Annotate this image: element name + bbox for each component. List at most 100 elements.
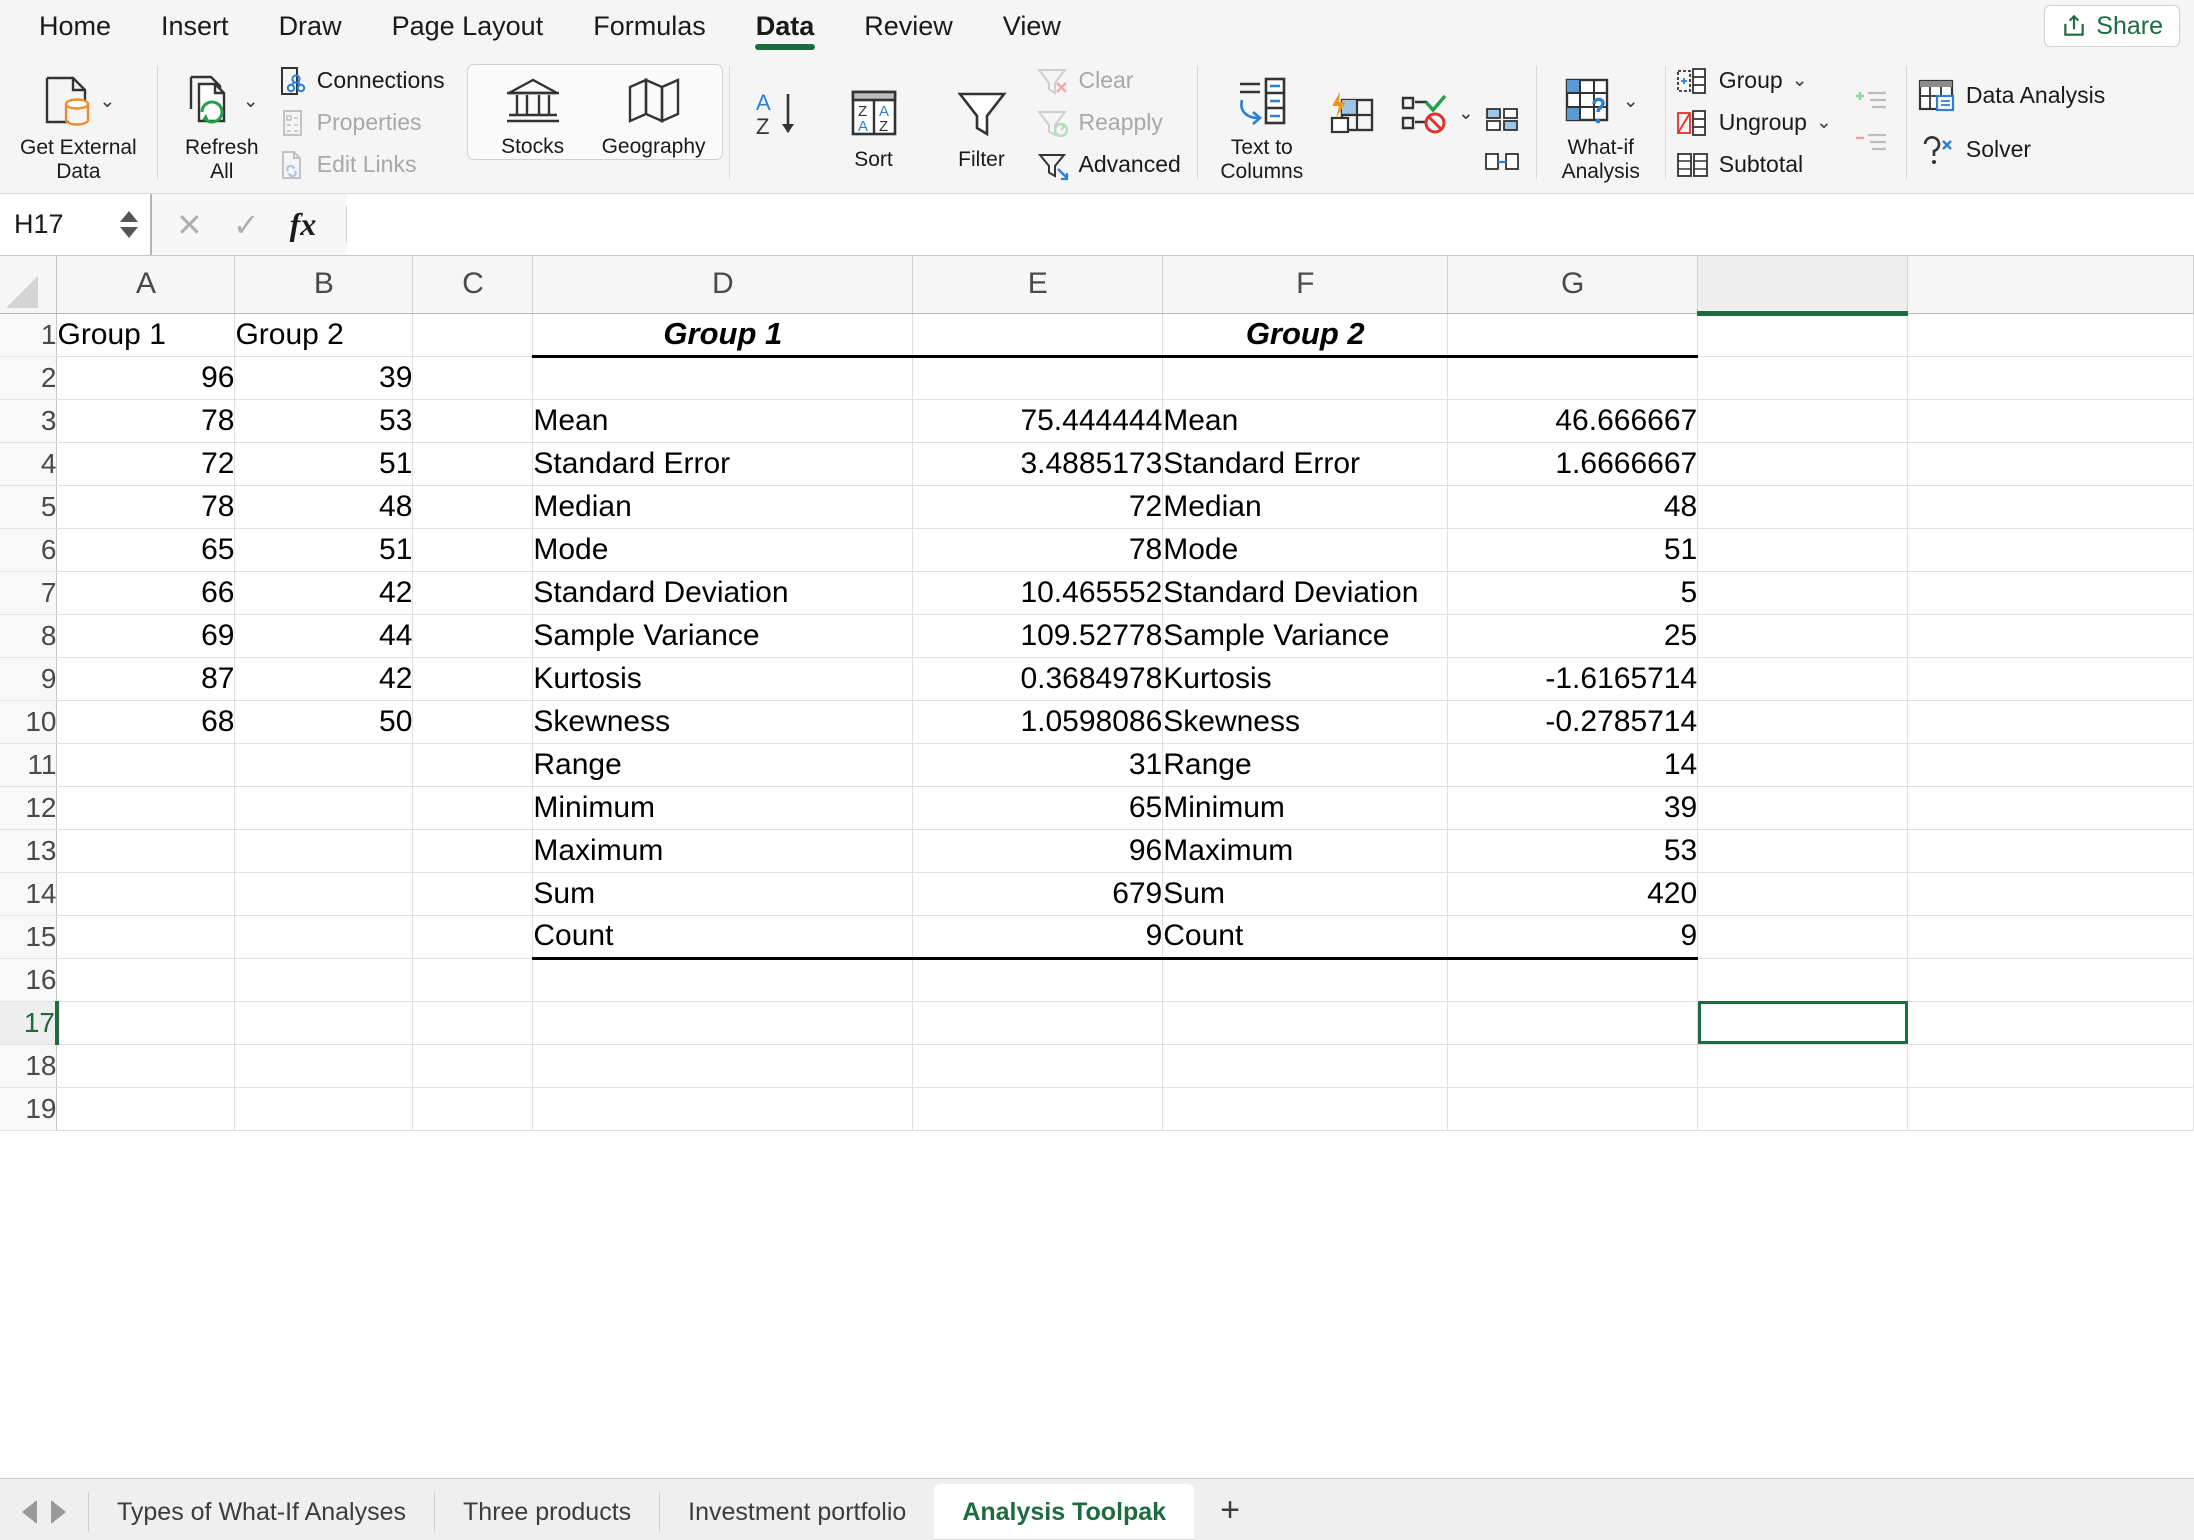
relationships-button[interactable] [1484, 142, 1526, 182]
data-validation-button[interactable]: ⌄ [1388, 74, 1484, 172]
cell-H16[interactable] [1697, 958, 1909, 1002]
data-validation-chevron-down-icon[interactable]: ⌄ [1458, 104, 1474, 123]
cell-I18[interactable] [1907, 1044, 2194, 1088]
cell-D11[interactable]: Range [532, 743, 914, 787]
cell-I16[interactable] [1907, 958, 2194, 1002]
cell-F3[interactable]: Mean [1162, 399, 1449, 443]
cell-A18[interactable] [56, 1044, 236, 1088]
cell-G16[interactable] [1447, 958, 1699, 1002]
cell-E13[interactable]: 96 [912, 829, 1164, 873]
what-if-chevron-down-icon[interactable]: ⌄ [1623, 92, 1639, 111]
cell-B19[interactable] [234, 1087, 414, 1131]
flash-fill-button[interactable] [1316, 74, 1388, 172]
cell-H6[interactable] [1697, 528, 1909, 572]
row-header-8[interactable]: 8 [0, 614, 58, 658]
cell-C12[interactable] [412, 786, 534, 830]
row-header-9[interactable]: 9 [0, 657, 58, 701]
cell-G13[interactable]: 53 [1447, 829, 1699, 873]
cell-C3[interactable] [412, 399, 534, 443]
cell-F1[interactable]: Group 2 [1162, 313, 1449, 358]
ungroup-chevron-down-icon[interactable]: ⌄ [1816, 113, 1832, 132]
cell-F12[interactable]: Minimum [1162, 786, 1449, 830]
cell-C2[interactable] [412, 356, 534, 400]
cell-D12[interactable]: Minimum [532, 786, 914, 830]
ungroup-button[interactable]: Ungroup ⌄ [1676, 103, 1838, 143]
column-header-c[interactable]: C [412, 256, 534, 314]
cell-H13[interactable] [1697, 829, 1909, 873]
cell-I5[interactable] [1907, 485, 2194, 529]
cell-D3[interactable]: Mean [532, 399, 914, 443]
ribbon-tab-review[interactable]: Review [839, 0, 978, 52]
cell-F10[interactable]: Skewness [1162, 700, 1449, 744]
cell-C9[interactable] [412, 657, 534, 701]
cell-H1[interactable] [1697, 313, 1909, 357]
cell-D9[interactable]: Kurtosis [532, 657, 914, 701]
cell-I9[interactable] [1907, 657, 2194, 701]
sheet-nav-arrows[interactable] [10, 1500, 88, 1540]
row-header-12[interactable]: 12 [0, 786, 58, 830]
cell-B1[interactable]: Group 2 [234, 313, 414, 357]
cell-I19[interactable] [1907, 1087, 2194, 1131]
cell-A9[interactable]: 87 [56, 657, 236, 701]
cell-B9[interactable]: 42 [234, 657, 414, 701]
cell-B7[interactable]: 42 [234, 571, 414, 615]
cell-B15[interactable] [234, 915, 414, 959]
properties-button[interactable]: Properties [276, 103, 451, 143]
row-header-15[interactable]: 15 [0, 915, 58, 959]
formula-input[interactable] [347, 194, 2194, 255]
cell-A10[interactable]: 68 [56, 700, 236, 744]
row-header-2[interactable]: 2 [0, 356, 58, 400]
cell-G1[interactable] [1447, 313, 1699, 358]
cell-F13[interactable]: Maximum [1162, 829, 1449, 873]
cell-I11[interactable] [1907, 743, 2194, 787]
cell-G4[interactable]: 1.6666667 [1447, 442, 1699, 486]
cell-D6[interactable]: Mode [532, 528, 914, 572]
cell-I8[interactable] [1907, 614, 2194, 658]
cell-H2[interactable] [1697, 356, 1909, 400]
share-button[interactable]: Share [2044, 5, 2180, 47]
column-header-f[interactable]: F [1162, 256, 1449, 314]
ribbon-tab-formulas[interactable]: Formulas [568, 0, 731, 52]
cell-A12[interactable] [56, 786, 236, 830]
cell-B3[interactable]: 53 [234, 399, 414, 443]
cell-F4[interactable]: Standard Error [1162, 442, 1449, 486]
edit-links-button[interactable]: Edit Links [276, 145, 451, 185]
cell-F15[interactable]: Count [1162, 915, 1449, 960]
cell-G12[interactable]: 39 [1447, 786, 1699, 830]
row-header-13[interactable]: 13 [0, 829, 58, 873]
cell-E1[interactable] [912, 313, 1164, 358]
cell-B2[interactable]: 39 [234, 356, 414, 400]
cell-I4[interactable] [1907, 442, 2194, 486]
cell-H19[interactable] [1697, 1087, 1909, 1131]
cell-C6[interactable] [412, 528, 534, 572]
cell-H14[interactable] [1697, 872, 1909, 916]
cell-E14[interactable]: 679 [912, 872, 1164, 916]
row-header-14[interactable]: 14 [0, 872, 58, 916]
reapply-filter-button[interactable]: Reapply [1036, 103, 1187, 143]
ribbon-tab-draw[interactable]: Draw [254, 0, 367, 52]
cell-A16[interactable] [56, 958, 236, 1002]
sort-button[interactable]: Z A A Z Sort [820, 74, 928, 172]
cell-I7[interactable] [1907, 571, 2194, 615]
cell-F18[interactable] [1162, 1044, 1449, 1088]
cell-I13[interactable] [1907, 829, 2194, 873]
cell-D18[interactable] [532, 1044, 914, 1088]
cell-B14[interactable] [234, 872, 414, 916]
cell-F16[interactable] [1162, 958, 1449, 1002]
what-if-analysis-button[interactable]: ⌄ What-if Analysis [1547, 62, 1655, 183]
prev-sheet-arrow-icon[interactable] [22, 1500, 37, 1524]
cell-G6[interactable]: 51 [1447, 528, 1699, 572]
cell-I1[interactable] [1907, 313, 2194, 357]
cell-D1[interactable]: Group 1 [532, 313, 914, 358]
cell-A17[interactable] [56, 1001, 236, 1045]
cell-A11[interactable] [56, 743, 236, 787]
cell-I14[interactable] [1907, 872, 2194, 916]
cell-D7[interactable]: Standard Deviation [532, 571, 914, 615]
refresh-all-button[interactable]: ⌄ Refresh All [168, 62, 276, 183]
cell-A4[interactable]: 72 [56, 442, 236, 486]
cell-A19[interactable] [56, 1087, 236, 1131]
cell-B18[interactable] [234, 1044, 414, 1088]
row-header-17[interactable]: 17 [0, 1001, 59, 1045]
cell-E15[interactable]: 9 [912, 915, 1164, 960]
cell-H11[interactable] [1697, 743, 1909, 787]
